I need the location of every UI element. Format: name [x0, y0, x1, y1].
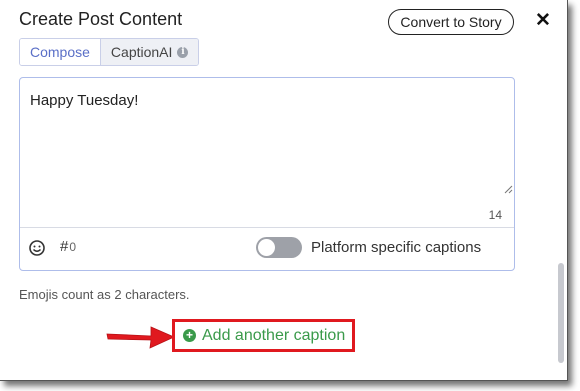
hashtag-button[interactable]: # 0 [60, 238, 76, 255]
character-count: 14 [488, 208, 502, 222]
editor-divider [20, 227, 514, 228]
arrow-right-icon [106, 326, 175, 349]
plus-circle-icon[interactable]: + [183, 329, 196, 342]
hashtag-icon: # [60, 238, 69, 255]
compose-tabs: Compose CaptionAI i [19, 38, 200, 66]
dialog-title: Create Post Content [19, 9, 183, 29]
hashtag-count: 0 [69, 240, 77, 254]
scrollbar[interactable] [558, 263, 564, 363]
tab-compose[interactable]: Compose [20, 39, 100, 65]
close-icon[interactable]: ✕ [534, 11, 552, 30]
toggle-knob [258, 239, 275, 256]
emoji-count-note: Emojis count as 2 characters. [19, 287, 190, 302]
tab-captionai[interactable]: CaptionAI i [99, 39, 199, 65]
tab-compose-label: Compose [30, 44, 90, 60]
resize-handle-icon[interactable] [503, 184, 513, 194]
add-another-caption-link[interactable]: Add another caption [202, 327, 345, 345]
caption-editor: Happy Tuesday! 14 # 0 Platform specific … [19, 77, 515, 271]
create-post-dialog: Create Post Content Convert to Story ✕ C… [0, 0, 568, 381]
platform-captions-toggle[interactable] [256, 237, 302, 258]
info-icon: i [177, 46, 189, 58]
add-caption-highlight: + Add another caption [172, 319, 355, 352]
caption-textarea[interactable]: Happy Tuesday! [30, 92, 500, 192]
convert-to-story-button[interactable]: Convert to Story [388, 9, 514, 35]
emoji-icon[interactable] [28, 239, 46, 257]
platform-captions-label: Platform specific captions [311, 239, 482, 256]
tab-captionai-label: CaptionAI [110, 44, 173, 60]
